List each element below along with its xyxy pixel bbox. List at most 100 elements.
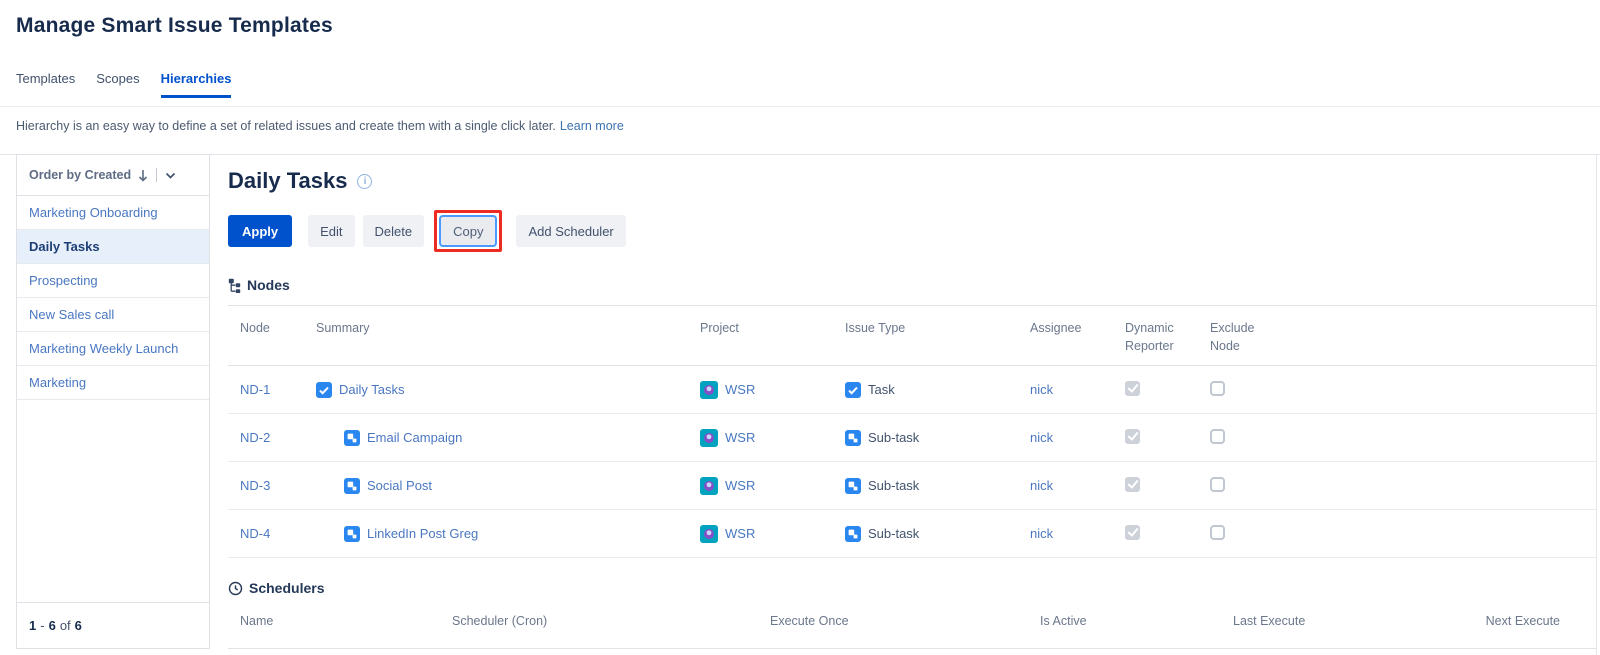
sidebar-item-prospecting[interactable]: Prospecting (17, 264, 209, 298)
tab-hierarchies[interactable]: Hierarchies (161, 71, 232, 98)
edit-button[interactable]: Edit (308, 215, 354, 247)
schedulers-section-heading: Schedulers (228, 578, 1596, 598)
learn-more-link[interactable]: Learn more (560, 119, 624, 133)
dynamic-reporter-checkbox[interactable] (1125, 381, 1140, 396)
description-text: Hierarchy is an easy way to define a set… (16, 119, 556, 133)
delete-button[interactable]: Delete (363, 215, 425, 247)
task-icon (845, 382, 861, 398)
summary-link[interactable]: Daily Tasks (339, 382, 405, 397)
pagination-of-label: of (60, 618, 71, 633)
pagination-to: 6 (49, 618, 56, 633)
table-row: ND-1 Daily Tasks WSR Task nick (228, 366, 1596, 414)
hierarchy-icon (228, 278, 241, 293)
action-button-row: Apply Edit Delete Copy Add Scheduler (228, 210, 1596, 252)
exclude-node-checkbox[interactable] (1210, 477, 1225, 492)
hierarchy-detail-panel: Daily Tasks i Apply Edit Delete Copy Add… (228, 154, 1596, 649)
summary-link[interactable]: Email Campaign (367, 430, 462, 445)
add-scheduler-button[interactable]: Add Scheduler (516, 215, 625, 247)
project-link[interactable]: WSR (725, 430, 755, 445)
project-link[interactable]: WSR (725, 478, 755, 493)
project-link[interactable]: WSR (725, 382, 755, 397)
schedulers-table-header: Name Scheduler (Cron) Execute Once Is Ac… (228, 612, 1596, 649)
nodes-table: Node Summary Project Issue Type Assignee… (228, 305, 1596, 558)
col-next-execute: Next Execute (1428, 612, 1596, 648)
col-summary: Summary (304, 306, 688, 365)
assignee-link[interactable]: nick (1030, 382, 1053, 397)
exclude-node-checkbox[interactable] (1210, 381, 1225, 396)
col-assignee: Assignee (1018, 306, 1113, 365)
subtask-icon (344, 430, 360, 446)
subtask-icon (845, 430, 861, 446)
subtask-icon (344, 526, 360, 542)
sidebar-item-marketing[interactable]: Marketing (17, 366, 209, 400)
sort-order-button[interactable]: Order by Created (17, 155, 209, 196)
content-right-border (1596, 154, 1597, 655)
copy-button[interactable]: Copy (439, 215, 497, 247)
summary-link[interactable]: LinkedIn Post Greg (367, 526, 478, 541)
col-project: Project (688, 306, 833, 365)
pagination-separator: - (40, 618, 44, 633)
col-scheduler-cron: Scheduler (Cron) (440, 612, 758, 648)
sidebar-item-new-sales-call[interactable]: New Sales call (17, 298, 209, 332)
pagination-from: 1 (29, 618, 36, 633)
hierarchy-list-sidebar: Order by Created Marketing Onboarding Da… (16, 154, 210, 649)
col-is-active: Is Active (1028, 612, 1221, 648)
nodes-table-header: Node Summary Project Issue Type Assignee… (228, 306, 1596, 366)
hierarchy-description: Hierarchy is an easy way to define a set… (16, 119, 624, 133)
page-title: Manage Smart Issue Templates (16, 14, 333, 38)
sort-label: Order by Created (29, 168, 131, 182)
chevron-down-icon[interactable] (165, 172, 176, 179)
tab-scopes[interactable]: Scopes (96, 71, 139, 98)
issue-type-label: Sub-task (868, 478, 919, 493)
info-icon[interactable]: i (357, 174, 372, 189)
table-row: ND-3 Social Post WSR Sub-task nick (228, 462, 1596, 510)
table-row: ND-2 Email Campaign WSR Sub-task nick (228, 414, 1596, 462)
hierarchy-title: Daily Tasks (228, 168, 347, 194)
project-avatar-icon (700, 477, 718, 495)
pagination: 1 - 6 of 6 (17, 602, 209, 648)
nodes-section-heading: Nodes (228, 276, 1596, 294)
dynamic-reporter-checkbox[interactable] (1125, 429, 1140, 444)
node-id-link[interactable]: ND-2 (240, 430, 270, 445)
tab-bar: Templates Scopes Hierarchies (16, 71, 252, 98)
pagination-total: 6 (75, 618, 82, 633)
assignee-link[interactable]: nick (1030, 478, 1053, 493)
subtask-icon (344, 478, 360, 494)
table-row: ND-4 LinkedIn Post Greg WSR Sub-task nic… (228, 510, 1596, 558)
sidebar-empty-space (17, 400, 209, 602)
issue-type-label: Sub-task (868, 526, 919, 541)
col-issue-type: Issue Type (833, 306, 1018, 365)
tab-templates[interactable]: Templates (16, 71, 75, 98)
dynamic-reporter-checkbox[interactable] (1125, 525, 1140, 540)
arrow-down-icon (138, 169, 148, 182)
col-exclude-node: Exclude Node (1210, 319, 1268, 355)
apply-button[interactable]: Apply (228, 215, 292, 247)
exclude-node-checkbox[interactable] (1210, 525, 1225, 540)
assignee-link[interactable]: nick (1030, 526, 1053, 541)
col-last-execute: Last Execute (1221, 612, 1428, 648)
sidebar-item-marketing-weekly-launch[interactable]: Marketing Weekly Launch (17, 332, 209, 366)
exclude-node-checkbox[interactable] (1210, 429, 1225, 444)
summary-link[interactable]: Social Post (367, 478, 432, 493)
sidebar-item-marketing-onboarding[interactable]: Marketing Onboarding (17, 196, 209, 230)
manage-smart-issue-templates-page: Manage Smart Issue Templates Templates S… (0, 0, 1600, 655)
project-avatar-icon (700, 381, 718, 399)
copy-button-highlight-box: Copy (434, 210, 502, 252)
node-id-link[interactable]: ND-1 (240, 382, 270, 397)
tabs-divider (0, 106, 1600, 107)
col-name: Name (228, 612, 440, 648)
schedulers-section-title: Schedulers (249, 580, 324, 596)
detail-title-row: Daily Tasks i (228, 166, 1596, 196)
nodes-section-title: Nodes (247, 277, 290, 293)
issue-type-label: Task (868, 382, 895, 397)
assignee-link[interactable]: nick (1030, 430, 1053, 445)
sidebar-item-daily-tasks[interactable]: Daily Tasks (17, 230, 209, 264)
node-id-link[interactable]: ND-4 (240, 526, 270, 541)
issue-type-label: Sub-task (868, 430, 919, 445)
project-avatar-icon (700, 429, 718, 447)
project-avatar-icon (700, 525, 718, 543)
task-icon (316, 382, 332, 398)
project-link[interactable]: WSR (725, 526, 755, 541)
dynamic-reporter-checkbox[interactable] (1125, 477, 1140, 492)
node-id-link[interactable]: ND-3 (240, 478, 270, 493)
